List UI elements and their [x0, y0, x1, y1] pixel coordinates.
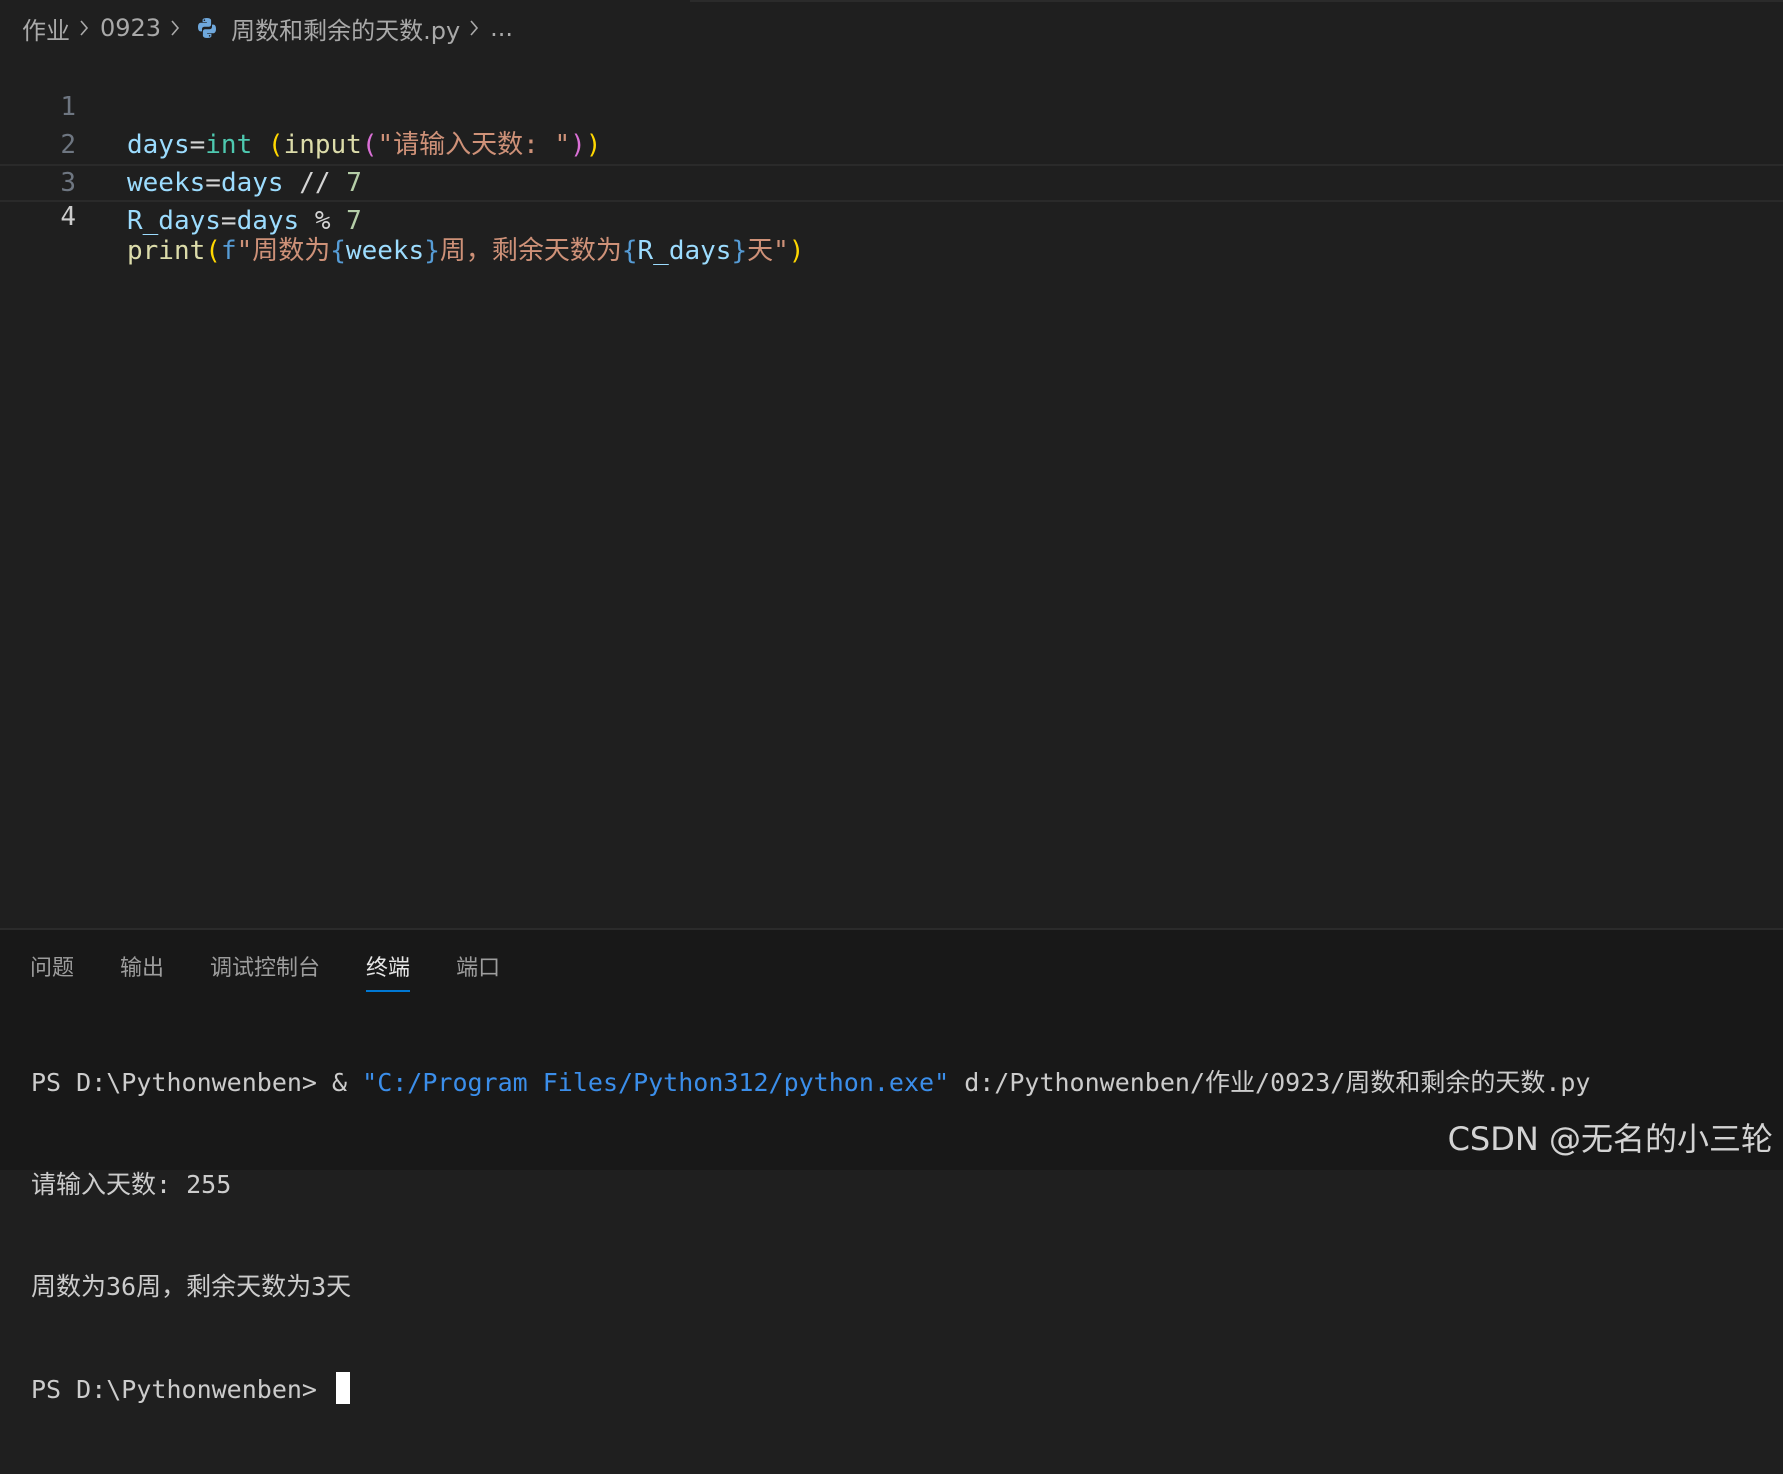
breadcrumb: 作业 0923 周数和剩余的天数.py ... [22, 10, 513, 46]
terminal-line-4[interactable]: PS D:\Pythonwenben> [31, 1372, 1590, 1406]
breadcrumb-folder-0923[interactable]: 0923 [100, 14, 161, 42]
chevron-right-icon [78, 18, 90, 38]
tab-output[interactable]: 输出 [120, 950, 164, 992]
terminal-prompt: PS D:\Pythonwenben> [31, 1375, 333, 1404]
breadcrumb-folder-homework[interactable]: 作业 [22, 11, 70, 46]
panel-tabs: 问题 输出 调试控制台 终端 端口 [30, 950, 546, 992]
code-line-4[interactable]: 4 print(f"周数为{weeks}周，剩余天数为{R_days}天") [0, 164, 1783, 266]
watermark: CSDN @无名的小三轮 [1447, 1120, 1773, 1158]
breadcrumb-file[interactable]: 周数和剩余的天数.py [231, 11, 460, 46]
code-text-4[interactable]: print(f"周数为{weeks}周，剩余天数为{R_days}天") [127, 234, 804, 268]
line-number: 4 [60, 202, 76, 232]
code-editor[interactable]: 1 days=int (input("请输入天数: ")) 2 weeks=da… [0, 48, 1783, 928]
code-line-2[interactable]: 2 weeks=days // 7 [0, 88, 1783, 198]
chevron-right-icon [169, 18, 181, 38]
terminal-script-path: d:/Pythonwenben/作业/0923/周数和剩余的天数.py [949, 1068, 1591, 1097]
chevron-right-icon [468, 18, 480, 38]
code-line-1[interactable]: 1 days=int (input("请输入天数: ")) [0, 50, 1783, 160]
python-file-icon [195, 16, 219, 40]
terminal-line-2: 请输入天数: 255 [31, 1170, 232, 1199]
terminal-cursor [336, 1372, 351, 1404]
tab-ports[interactable]: 端口 [456, 950, 500, 992]
terminal-exe-path: "C:/Program Files/Python312/python.exe" [362, 1068, 950, 1097]
editor-top-border [690, 0, 1783, 2]
breadcrumb-more[interactable]: ... [490, 14, 513, 42]
tab-terminal[interactable]: 终端 [366, 950, 411, 992]
code-line-3[interactable]: 3 R_days=days % 7 [0, 126, 1783, 236]
tab-problems[interactable]: 问题 [30, 950, 74, 992]
terminal-line-3: 周数为36周，剩余天数为3天 [31, 1272, 352, 1301]
tab-debug-console[interactable]: 调试控制台 [210, 950, 320, 992]
terminal-output[interactable]: PS D:\Pythonwenben> & "C:/Program Files/… [31, 998, 1590, 1474]
terminal-line-1: PS D:\Pythonwenben> & "C:/Program Files/… [31, 1066, 1590, 1100]
terminal-prompt: PS D:\Pythonwenben> & [31, 1068, 363, 1097]
